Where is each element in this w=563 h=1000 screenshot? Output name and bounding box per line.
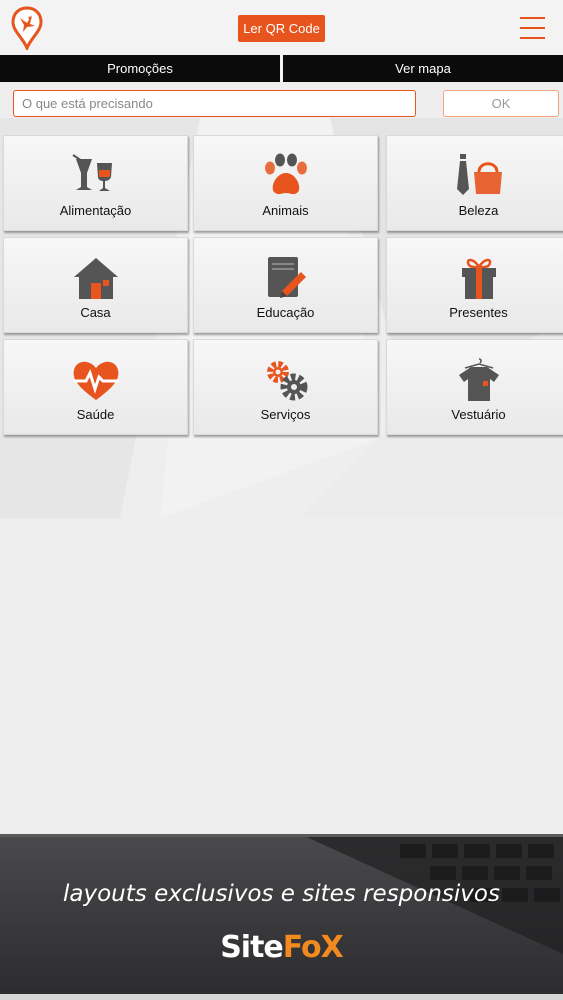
category-label: Casa: [80, 305, 111, 320]
category-label: Serviços: [260, 407, 311, 422]
notebook-pencil-icon: [260, 255, 312, 301]
category-label: Animais: [262, 203, 309, 218]
category-tile-educacao[interactable]: Educação: [193, 237, 378, 333]
tshirt-hanger-icon: [453, 357, 505, 403]
category-tile-vestuario[interactable]: Vestuário: [386, 339, 563, 435]
tab-promocoes[interactable]: Promoções: [0, 55, 280, 82]
sitefox-banner[interactable]: layouts exclusivos e sites responsivos S…: [0, 834, 563, 994]
top-bar: Ler QR Code: [0, 0, 563, 56]
bottom-strip: [0, 994, 563, 1000]
category-tile-saude[interactable]: Saúde: [3, 339, 188, 435]
app-logo-icon[interactable]: [11, 6, 43, 53]
category-tile-casa[interactable]: Casa: [3, 237, 188, 333]
ok-button[interactable]: OK: [443, 90, 559, 117]
gift-icon: [453, 255, 505, 301]
category-tile-servicos[interactable]: Serviços: [193, 339, 378, 435]
tie-handbag-icon: [453, 153, 505, 199]
heart-pulse-icon: [70, 357, 122, 403]
drinks-glasses-icon: [70, 153, 122, 199]
category-tile-beleza[interactable]: Beleza: [386, 135, 563, 231]
category-label: Saúde: [76, 407, 115, 422]
house-icon: [70, 255, 122, 301]
category-label: Vestuário: [451, 407, 506, 422]
keyboard-background: [0, 834, 563, 954]
category-tile-animais[interactable]: Animais: [193, 135, 378, 231]
sitefox-logo: SiteFoX: [0, 930, 563, 965]
category-tile-alimentacao[interactable]: Alimentação: [3, 135, 188, 231]
brand-site: Site: [220, 930, 284, 965]
category-label: Beleza: [458, 203, 499, 218]
category-label: Alimentação: [59, 203, 132, 218]
category-label: Educação: [256, 305, 315, 320]
hamburger-menu-icon[interactable]: [520, 17, 545, 39]
category-label: Presentes: [449, 305, 508, 320]
tab-ver-mapa[interactable]: Ver mapa: [283, 55, 563, 82]
category-tile-presentes[interactable]: Presentes: [386, 237, 563, 333]
read-qr-code-button[interactable]: Ler QR Code: [238, 15, 325, 42]
search-input[interactable]: [13, 90, 416, 117]
banner-tagline: layouts exclusivos e sites responsivos: [63, 881, 500, 907]
paw-icon: [260, 153, 312, 199]
brand-fox: FoX: [282, 930, 344, 965]
gears-icon: [260, 357, 312, 403]
tab-bar: Promoções Ver mapa: [0, 55, 563, 82]
